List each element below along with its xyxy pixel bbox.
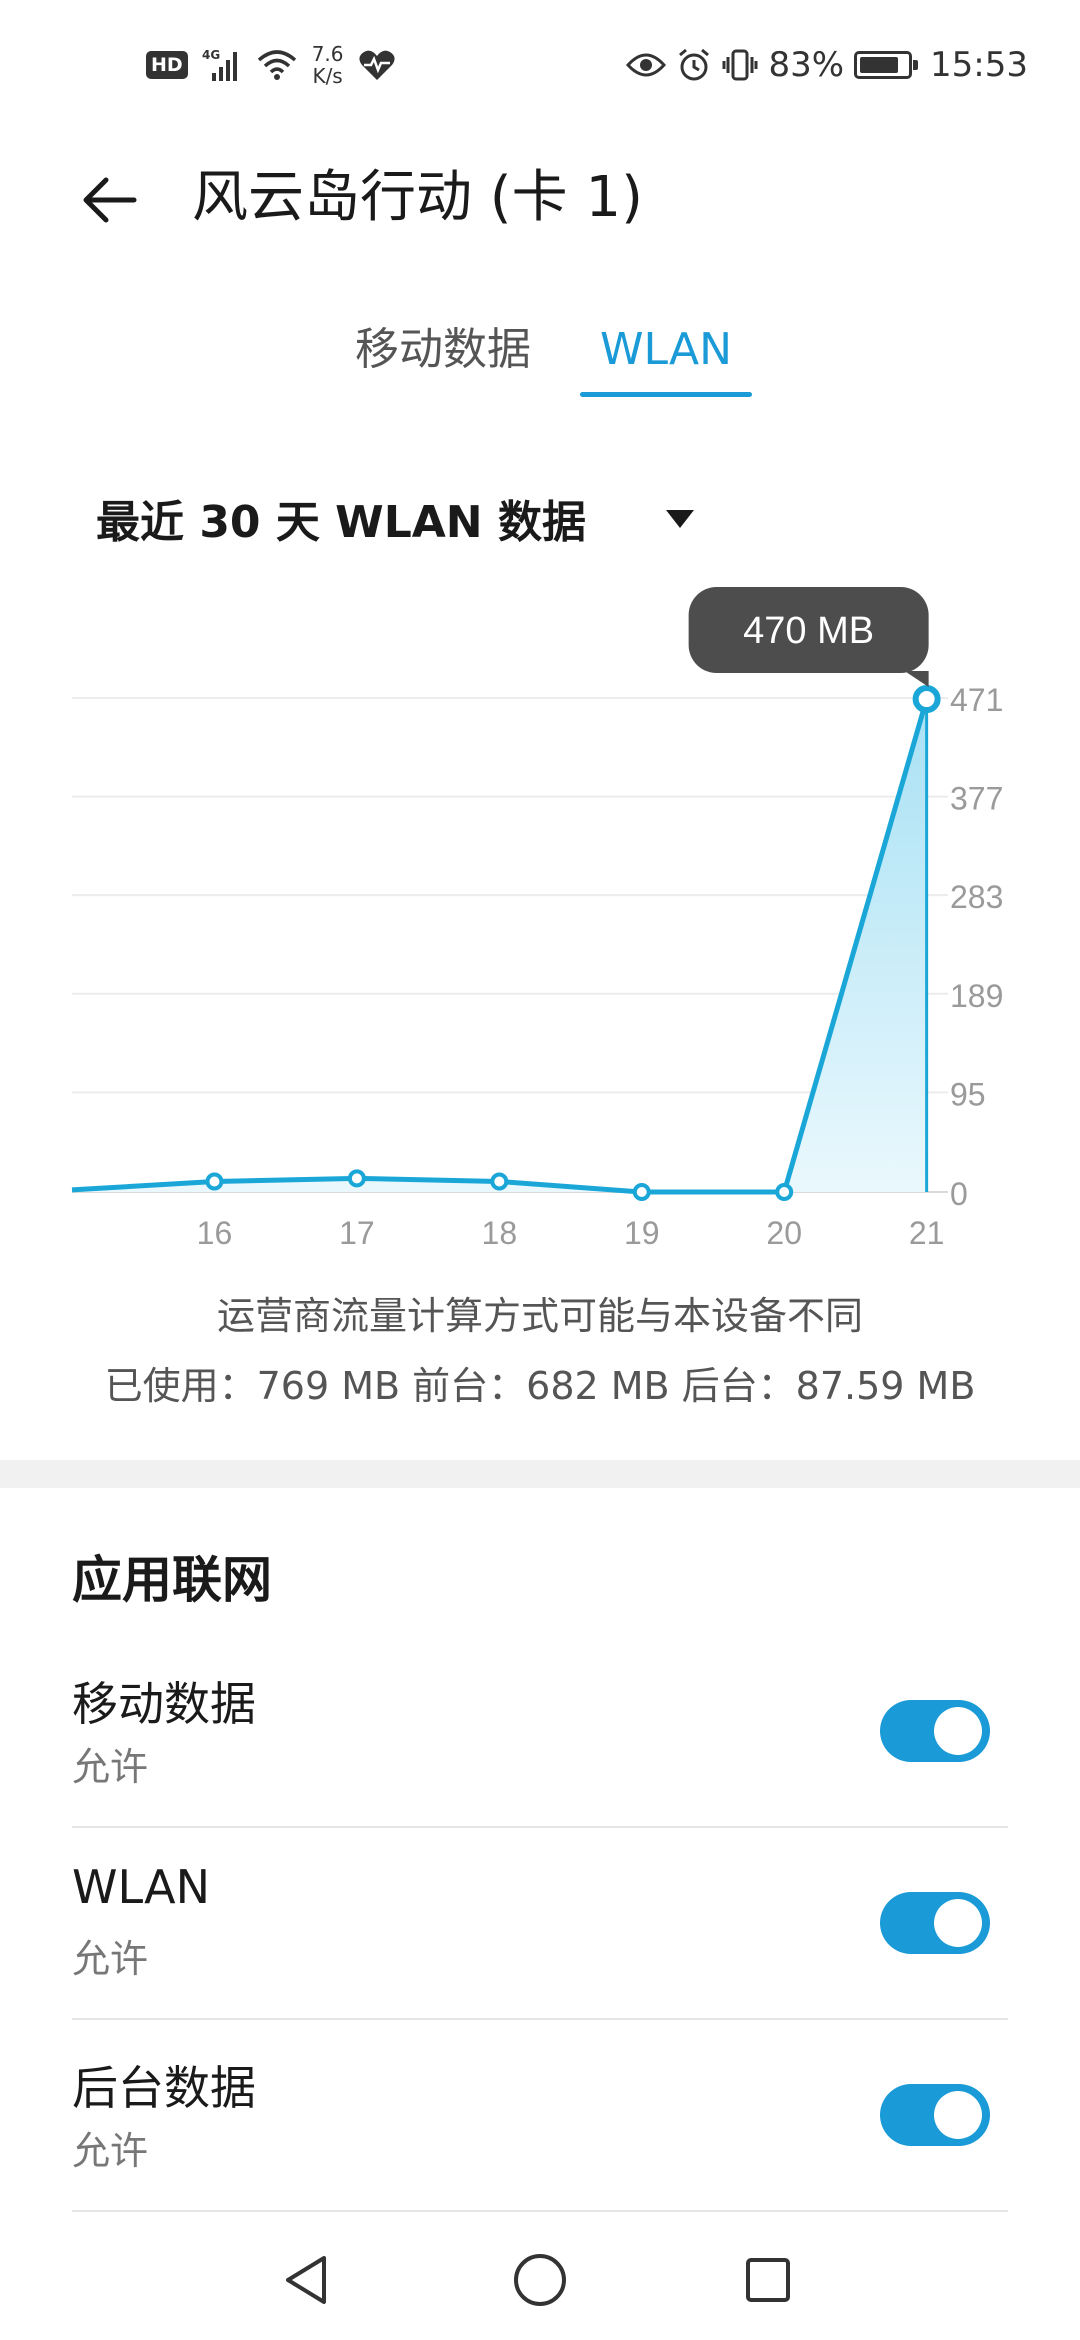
y-tick-label: 0 <box>950 1176 968 1212</box>
wifi-icon <box>257 50 296 80</box>
vibrate-icon <box>722 49 758 81</box>
svg-text:4G: 4G <box>202 48 220 62</box>
x-tick-label: 16 <box>197 1215 233 1251</box>
period-label: 最近 30 天 WLAN 数据 <box>96 497 586 548</box>
toggle-knob <box>934 2091 982 2139</box>
page-title: 风云岛行动 (卡 1) <box>192 165 643 230</box>
setting-title: 移动数据 <box>72 1677 256 1731</box>
setting-title: 后台数据 <box>72 2061 256 2115</box>
eye-icon <box>626 53 667 77</box>
toggle-knob <box>934 1707 982 1755</box>
alarm-icon <box>679 48 710 81</box>
heart-rate-icon <box>358 50 395 80</box>
app-header: 风云岛行动 (卡 1) <box>0 150 1080 250</box>
back-button[interactable] <box>72 162 148 238</box>
tab-mobile-data[interactable]: 移动数据 <box>338 310 548 390</box>
arrow-left-icon <box>83 177 137 223</box>
status-bar: HD 4G 7.6 K/s 83% 15:53 <box>0 0 1080 130</box>
setting-row-wlan[interactable]: WLAN 允许 <box>72 1828 1008 2020</box>
clock: 15:53 <box>930 45 1028 85</box>
data-point <box>632 1183 651 1201</box>
x-axis-labels: 16 17 18 19 20 21 <box>197 1215 945 1251</box>
tooltip-pointer <box>904 671 929 688</box>
setting-subtitle: 允许 <box>72 1745 149 1789</box>
nav-back-button[interactable] <box>268 2240 348 2320</box>
y-tick-label: 377 <box>950 781 1003 817</box>
hd-badge: HD <box>146 51 188 79</box>
triangle-back-icon <box>286 2256 326 2304</box>
navigation-bar <box>0 2220 1080 2340</box>
wlan-toggle[interactable] <box>880 1892 990 1954</box>
chart-series-line <box>71 698 930 1195</box>
tooltip-text: 470 MB <box>743 610 874 652</box>
setting-subtitle: 允许 <box>72 1937 149 1981</box>
chart-tooltip: 470 MB <box>688 587 929 688</box>
setting-title: WLAN <box>72 1860 211 1914</box>
usage-summary: 已使用：769 MB 前台：682 MB 后台：87.59 MB <box>104 1364 976 1408</box>
battery-percent: 83% <box>768 45 845 85</box>
y-tick-label: 283 <box>950 879 1003 915</box>
network-speed: 7.6 K/s <box>311 42 344 88</box>
battery-fill <box>860 57 899 73</box>
data-point <box>347 1169 366 1188</box>
caret-down-icon[interactable] <box>666 510 694 528</box>
x-tick-label: 21 <box>909 1215 945 1251</box>
y-tick-label: 471 <box>950 682 1003 718</box>
period-selector[interactable]: 最近 30 天 WLAN 数据 <box>96 480 586 556</box>
y-tick-label: 189 <box>950 978 1003 1014</box>
circle-home-icon <box>514 2254 566 2306</box>
section-divider <box>0 1460 1080 1488</box>
tab-active-indicator <box>580 392 752 397</box>
section-title: 应用联网 <box>72 1551 272 1609</box>
chart-area-fill <box>72 699 927 1192</box>
nav-recents-button[interactable] <box>728 2240 808 2320</box>
toggle-knob <box>934 1899 982 1947</box>
status-left: HD 4G 7.6 K/s <box>146 40 396 90</box>
x-tick-label: 18 <box>482 1215 518 1251</box>
tab-wlan[interactable]: WLAN <box>580 310 752 390</box>
carrier-note: 运营商流量计算方式可能与本设备不同 <box>216 1294 863 1338</box>
x-tick-label: 20 <box>766 1215 802 1251</box>
battery-icon <box>854 51 919 79</box>
y-tick-label: 95 <box>950 1076 986 1112</box>
status-right: 83% 15:53 <box>626 40 1028 90</box>
setting-row-background-data[interactable]: 后台数据 允许 <box>72 2020 1008 2212</box>
mobile-data-toggle[interactable] <box>880 1700 990 1762</box>
x-tick-label: 19 <box>624 1215 660 1251</box>
nav-home-button[interactable] <box>500 2240 580 2320</box>
data-point <box>775 1183 794 1201</box>
x-tick-label: 17 <box>339 1215 375 1251</box>
tab-bar: 移动数据 WLAN <box>0 310 1080 400</box>
data-point <box>205 1172 224 1191</box>
setting-subtitle: 允许 <box>72 2129 149 2173</box>
background-data-toggle[interactable] <box>880 2084 990 2146</box>
square-recents-icon <box>746 2258 790 2302</box>
setting-row-mobile-data[interactable]: 移动数据 允许 <box>72 1636 1008 1828</box>
data-point <box>490 1172 509 1191</box>
usage-chart[interactable]: 471 377 283 189 95 0 16 17 18 19 20 21 470 MB <box>0 580 1080 1260</box>
y-axis-labels: 471 377 283 189 95 0 <box>950 682 1003 1212</box>
selected-data-point <box>912 685 941 714</box>
4g-signal-icon: 4G <box>202 48 237 81</box>
